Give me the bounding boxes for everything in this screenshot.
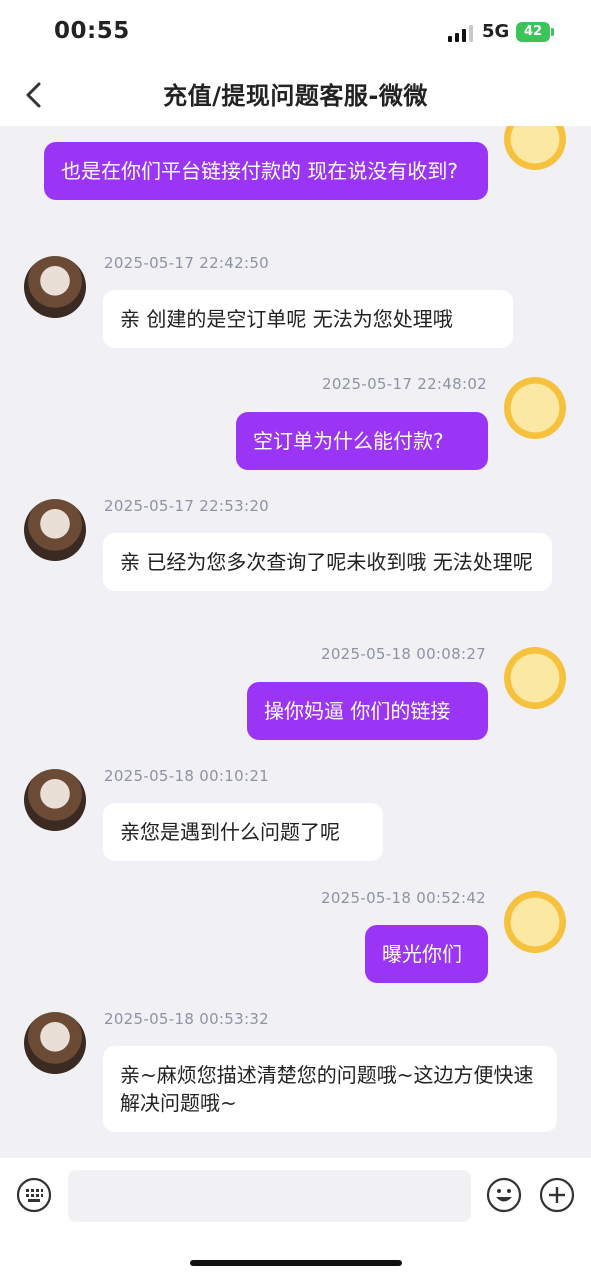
- message-timestamp: 2025-05-18 00:53:32: [104, 1010, 270, 1028]
- message-bubble[interactable]: 曝光你们: [365, 925, 488, 983]
- message-bubble[interactable]: 亲 已经为您多次查询了呢未收到哦 无法处理呢: [103, 533, 552, 591]
- message-bubble[interactable]: 操你妈逼 你们的链接: [247, 682, 488, 740]
- plus-icon[interactable]: [539, 1177, 575, 1213]
- message-timestamp: 2025-05-18 00:52:42: [321, 889, 487, 907]
- emoji-icon[interactable]: [486, 1177, 522, 1213]
- header: 00:55 5G 42 充值/提现问题客服-微微: [0, 0, 591, 126]
- signal-icon: [448, 25, 473, 42]
- message-bubble[interactable]: 亲您是遇到什么问题了呢: [103, 803, 383, 861]
- status-time: 00:55: [54, 18, 130, 44]
- message-bubble[interactable]: 也是在你们平台链接付款的 现在说没有收到?: [44, 142, 488, 200]
- input-bar: [0, 1158, 591, 1280]
- battery-icon: 42: [516, 22, 550, 42]
- message-bubble[interactable]: 亲 创建的是空订单呢 无法为您处理哦: [103, 290, 513, 348]
- chat-list[interactable]: 也是在你们平台链接付款的 现在说没有收到? 2025-05-17 22:42:5…: [0, 126, 591, 1158]
- agent-avatar[interactable]: [24, 256, 86, 318]
- message-timestamp: 2025-05-17 22:42:50: [104, 254, 270, 272]
- message-timestamp: 2025-05-17 22:48:02: [322, 375, 488, 393]
- agent-avatar[interactable]: [24, 769, 86, 831]
- page-title: 充值/提现问题客服-微微: [163, 82, 428, 110]
- user-avatar[interactable]: [504, 891, 566, 953]
- message-bubble[interactable]: 空订单为什么能付款?: [236, 412, 488, 470]
- network-label: 5G: [482, 21, 510, 42]
- message-timestamp: 2025-05-18 00:10:21: [104, 767, 270, 785]
- message-timestamp: 2025-05-18 00:08:27: [321, 645, 487, 663]
- agent-avatar[interactable]: [24, 1012, 86, 1074]
- user-avatar[interactable]: [504, 377, 566, 439]
- home-indicator: [190, 1260, 402, 1266]
- message-bubble[interactable]: 亲~麻烦您描述清楚您的问题哦~这边方便快速解决问题哦~: [103, 1046, 557, 1132]
- keyboard-icon[interactable]: [16, 1177, 52, 1213]
- user-avatar[interactable]: [504, 647, 566, 709]
- message-timestamp: 2025-05-17 22:53:20: [104, 497, 270, 515]
- battery-nub: [551, 28, 554, 36]
- user-avatar[interactable]: [504, 126, 566, 170]
- message-input[interactable]: [68, 1170, 471, 1222]
- agent-avatar[interactable]: [24, 499, 86, 561]
